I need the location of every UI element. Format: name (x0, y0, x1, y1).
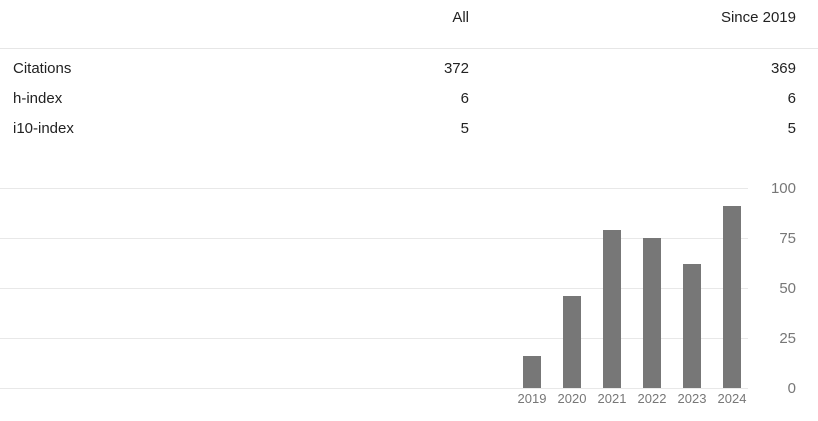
i10-index-all-value: 5 (460, 120, 469, 137)
citations-per-year-chart: 0 25 50 75 100 2019 2020 2021 2022 2023 2024 (0, 178, 818, 421)
citations-since-value: 369 (770, 60, 796, 77)
stats-header-row: All Since 2019 (0, 0, 818, 49)
h-index-since-value: 6 (787, 90, 796, 107)
x-tick-label-2022: 2022 (638, 391, 667, 406)
header-all: All (452, 9, 469, 26)
y-tick-label-100: 100 (771, 180, 796, 197)
bar-2023[interactable] (683, 264, 701, 388)
y-tick-label-75: 75 (779, 230, 796, 247)
y-tick-label-0: 0 (788, 380, 796, 397)
y-tick-label-25: 25 (779, 330, 796, 347)
x-tick-label-2024: 2024 (718, 391, 747, 406)
i10-index-label[interactable]: i10-index (13, 120, 74, 137)
stats-row-h-index: h-index 6 6 (0, 90, 818, 120)
x-tick-label-2020: 2020 (558, 391, 587, 406)
citations-bar-chart-svg: 0 25 50 75 100 2019 2020 2021 2022 2023 2024 (0, 180, 796, 406)
i10-index-since-value: 5 (787, 120, 796, 137)
x-tick-label-2019: 2019 (518, 391, 547, 406)
bar-2019[interactable] (523, 356, 541, 388)
stats-row-citations: Citations 372 369 (0, 60, 818, 90)
citations-label[interactable]: Citations (13, 60, 71, 77)
h-index-all-value: 6 (460, 90, 469, 107)
citations-all-value: 372 (443, 60, 469, 77)
h-index-label[interactable]: h-index (13, 90, 62, 107)
y-tick-label-50: 50 (779, 280, 796, 297)
header-since-2019: Since 2019 (720, 9, 796, 26)
x-tick-label-2023: 2023 (678, 391, 707, 406)
x-tick-label-2021: 2021 (598, 391, 627, 406)
bar-2022[interactable] (643, 238, 661, 388)
stats-row-i10-index: i10-index 5 5 (0, 120, 818, 150)
bar-2021[interactable] (603, 230, 621, 388)
bar-2024[interactable] (723, 206, 741, 388)
bar-2020[interactable] (563, 296, 581, 388)
